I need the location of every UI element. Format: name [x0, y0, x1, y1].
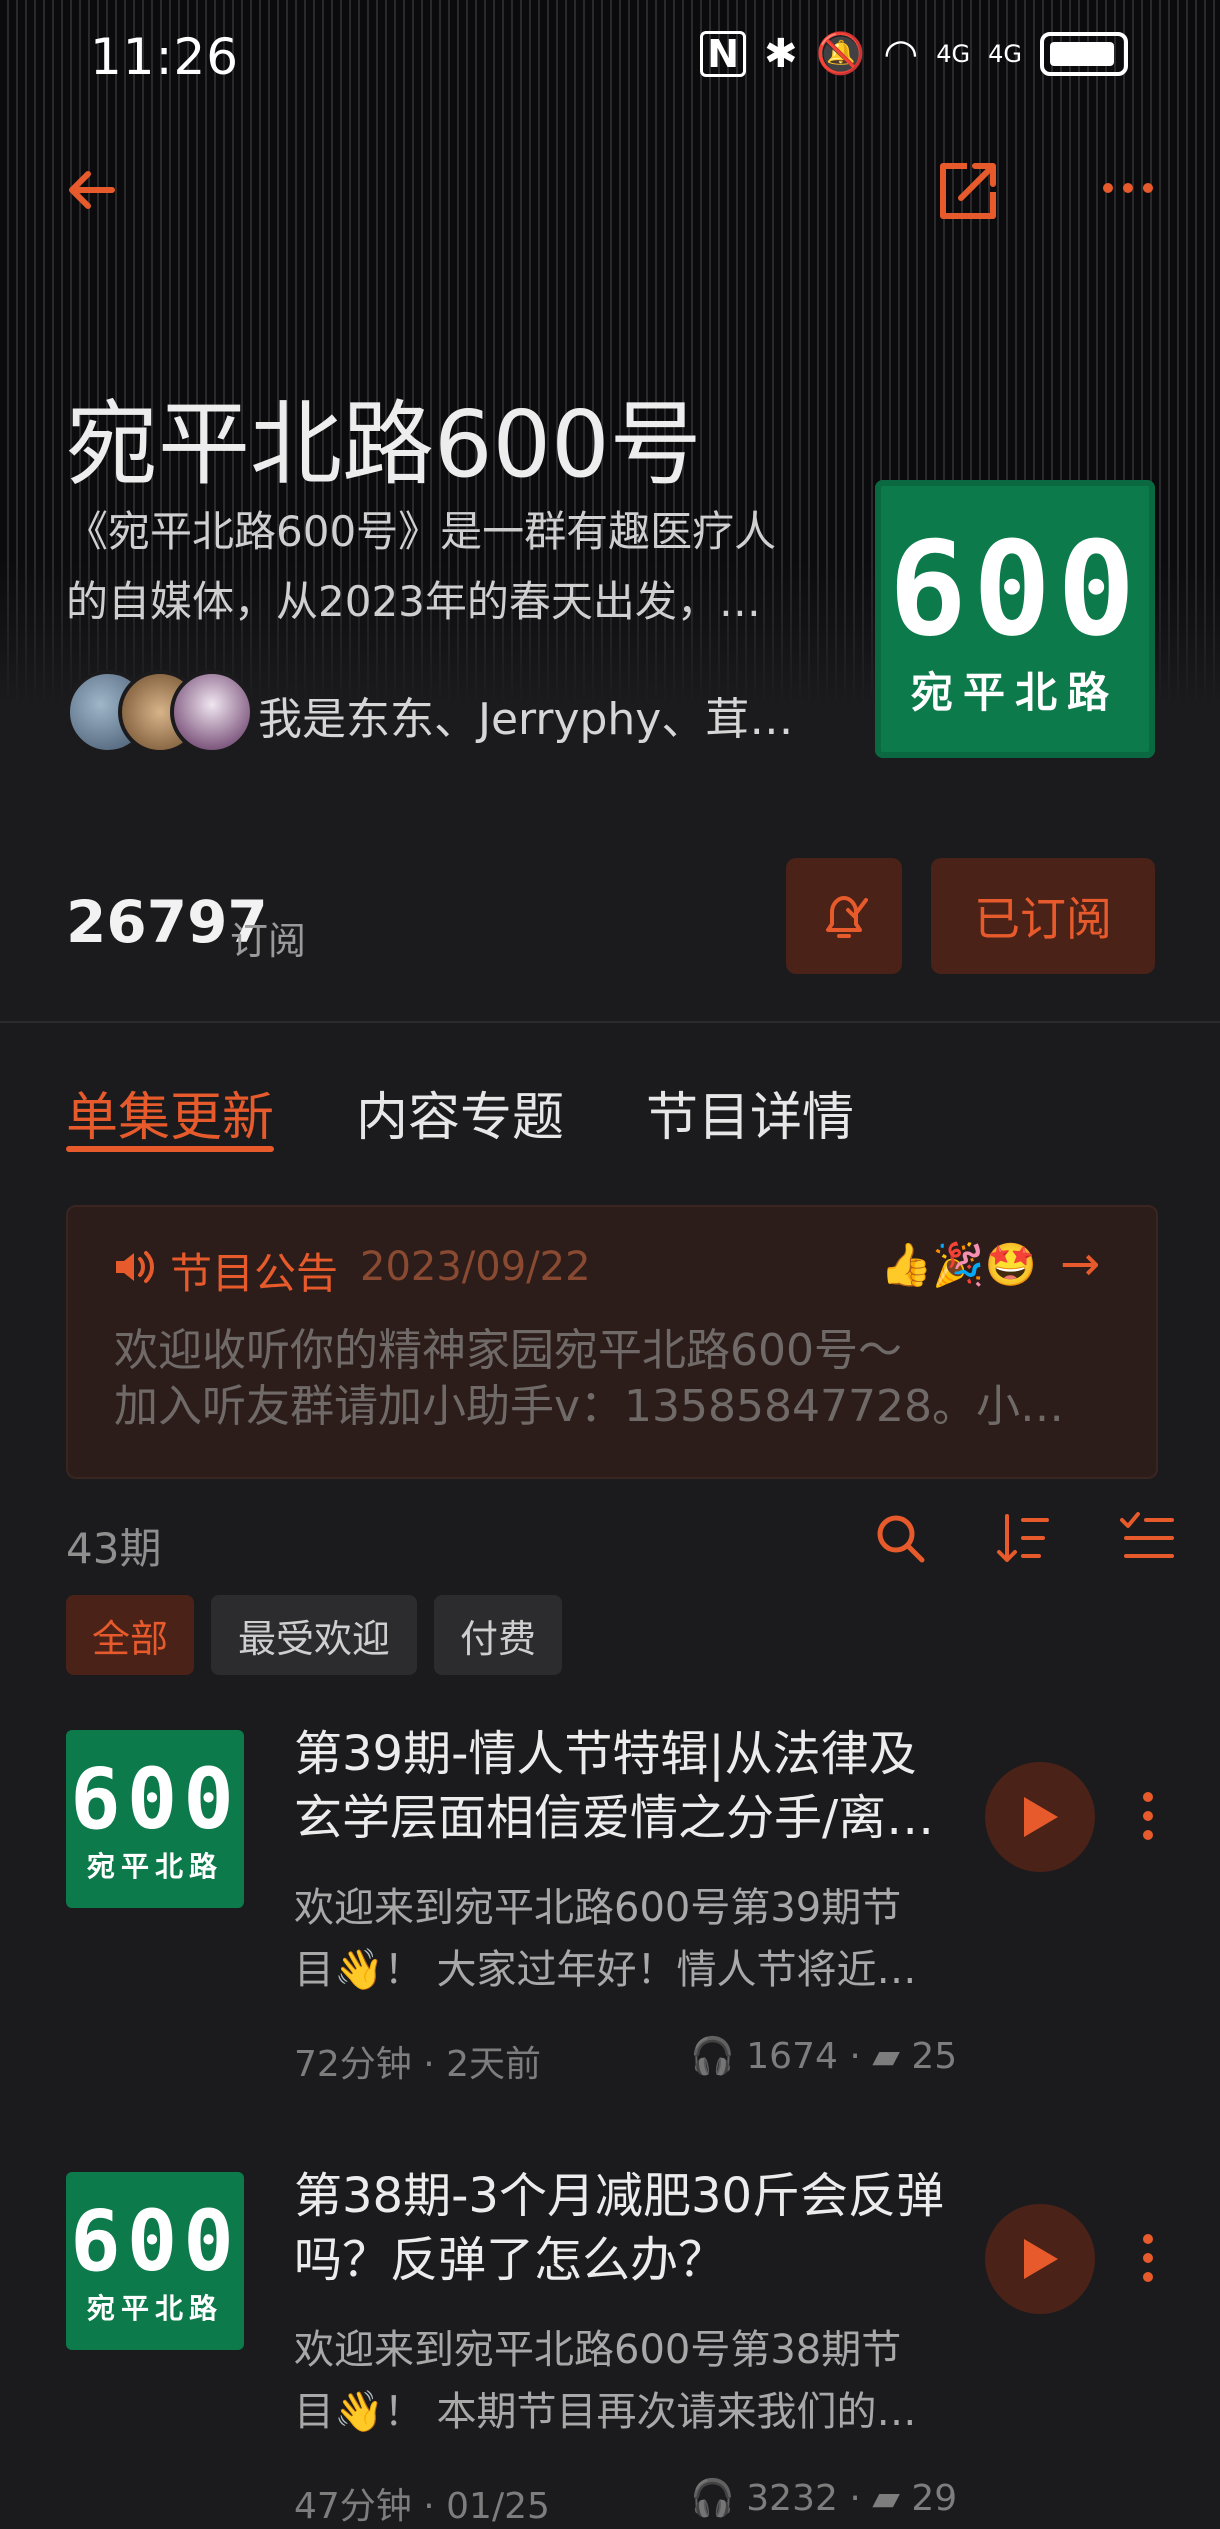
battery-icon	[1040, 31, 1128, 76]
announcement-emoji: 👍🎉🤩	[880, 1240, 1037, 1289]
play-icon	[1024, 2239, 1058, 2279]
arrow-right-icon[interactable]: →	[1060, 1236, 1100, 1292]
play-count: 3232 ·	[746, 2478, 861, 2519]
podcast-title: 宛平北路600号	[66, 391, 702, 498]
cover-number: 600	[888, 512, 1142, 665]
episode-desc-line: 欢迎来到宛平北路600号第38期节	[294, 2327, 902, 2373]
play-count: 1674 ·	[746, 2036, 861, 2077]
episode-title[interactable]: 第39期-情人节特辑|从法律及 玄学层面相信爱情之分手/离…	[294, 1722, 954, 1850]
tab-details[interactable]: 节目详情	[646, 1075, 854, 1150]
comment-count: 29	[911, 2478, 958, 2519]
episode-desc-line: 目👋！ 大家过年好！情人节将近…	[294, 1947, 917, 1993]
search-icon[interactable]	[870, 1508, 930, 1568]
podcast-cover: 600 宛平北路	[875, 480, 1155, 758]
episode-stats: 🎧 3232 · ▰ 29	[690, 2477, 957, 2519]
episode-duration: 72分钟 · 2天前	[294, 2044, 542, 2085]
host-avatars[interactable]	[66, 670, 254, 754]
episode-description: 欢迎来到宛平北路600号第38期节 目👋！ 本期节目再次请来我们的…	[294, 2319, 954, 2443]
play-icon	[1024, 1797, 1058, 1837]
episode-more-icon[interactable]	[1140, 1792, 1156, 1840]
notification-button[interactable]	[786, 858, 902, 974]
tab-episodes[interactable]: 单集更新	[66, 1075, 274, 1150]
headphones-icon: 🎧	[690, 2036, 735, 2077]
bluetooth-icon: ✱	[764, 30, 798, 77]
episode-title-line: 吗？反弹了怎么办？	[294, 2232, 727, 2288]
avatar	[170, 670, 254, 754]
filter-paid[interactable]: 付费	[434, 1595, 562, 1675]
headphones-icon: 🎧	[690, 2478, 735, 2519]
share-icon[interactable]	[935, 158, 1001, 224]
status-time: 11:26	[90, 28, 240, 86]
divider	[0, 1021, 1220, 1023]
comment-icon: ▰	[872, 2036, 900, 2077]
status-icons: N ✱ 🔕 ◠ 4G 4G	[700, 30, 1128, 77]
episode-stats: 🎧 1674 · ▰ 25	[690, 2035, 957, 2077]
nfc-icon: N	[700, 30, 747, 77]
announcement-line: 加入听友群请加小助手v：13585847728。小…	[114, 1381, 1064, 1432]
cover-road: 宛平北路	[86, 2292, 223, 2325]
bell-check-icon	[826, 896, 868, 938]
description-line: 《宛平北路600号》是一群有趣医疗人	[66, 507, 777, 556]
mute-icon: 🔕	[815, 31, 866, 77]
subscribed-button[interactable]: 已订阅	[931, 858, 1155, 974]
announcement-line: 欢迎收听你的精神家园宛平北路600号～	[114, 1325, 902, 1376]
episode-desc-line: 目👋！ 本期节目再次请来我们的…	[294, 2389, 917, 2435]
announcement-label: 节目公告	[170, 1249, 339, 1298]
episode-description: 欢迎来到宛平北路600号第39期节 目👋！ 大家过年好！情人节将近…	[294, 1877, 954, 2001]
episode-more-icon[interactable]	[1140, 2234, 1156, 2282]
description-line: 的自媒体，从2023年的春天出发，…	[66, 577, 761, 626]
cover-number: 600	[70, 1750, 240, 1848]
episode-cover[interactable]: 600 宛平北路	[66, 2172, 244, 2350]
wifi-icon: ◠	[883, 30, 919, 77]
play-button[interactable]	[985, 1762, 1095, 1872]
episode-title-line: 第38期-3个月减肥30斤会反弹	[294, 2168, 945, 2224]
active-tab-indicator	[66, 1146, 274, 1152]
play-button[interactable]	[985, 2204, 1095, 2314]
comment-count: 25	[911, 2036, 958, 2077]
cover-number: 600	[70, 2192, 240, 2290]
episode-cover[interactable]: 600 宛平北路	[66, 1730, 244, 1908]
speaker-icon	[116, 1251, 154, 1283]
filter-popular[interactable]: 最受欢迎	[211, 1595, 417, 1675]
episode-count: 43期	[66, 1524, 162, 1573]
sort-icon[interactable]	[993, 1508, 1053, 1568]
cover-road: 宛平北路	[86, 1850, 223, 1883]
tab-topics[interactable]: 内容专题	[356, 1075, 564, 1150]
episode-desc-line: 欢迎来到宛平北路600号第39期节	[294, 1885, 902, 1931]
comment-icon: ▰	[872, 2478, 900, 2519]
cover-road: 宛平北路	[910, 667, 1119, 717]
multi-select-icon[interactable]	[1116, 1508, 1176, 1568]
episode-duration: 47分钟 · 01/25	[294, 2486, 550, 2527]
episode-title[interactable]: 第38期-3个月减肥30斤会反弹 吗？反弹了怎么办？	[294, 2164, 954, 2292]
episode-title-line: 玄学层面相信爱情之分手/离…	[294, 1790, 935, 1846]
filter-all[interactable]: 全部	[66, 1595, 194, 1675]
more-icon[interactable]	[1100, 178, 1156, 198]
announcement-text: 欢迎收听你的精神家园宛平北路600号～ 加入听友群请加小助手v：13585847…	[114, 1323, 1114, 1435]
podcast-description[interactable]: 《宛平北路600号》是一群有趣医疗人 的自媒体，从2023年的春天出发，…	[66, 497, 846, 637]
back-arrow-icon[interactable]	[62, 160, 122, 220]
host-names[interactable]: 我是东东、Jerryphy、茸…	[258, 683, 818, 747]
signal-icon-2: 4G	[988, 39, 1022, 68]
signal-icon: 4G	[936, 39, 971, 68]
announcement-date: 2023/09/22	[360, 1244, 591, 1290]
subscriber-label: 订阅	[230, 919, 307, 963]
episode-title-line: 第39期-情人节特辑|从法律及	[294, 1726, 917, 1782]
